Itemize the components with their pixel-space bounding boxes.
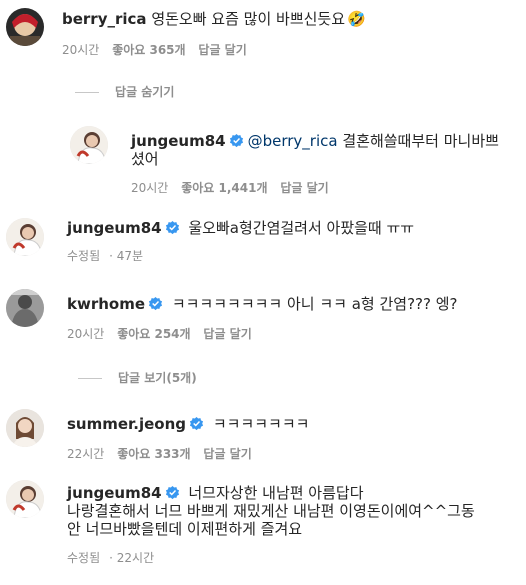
timestamp: 20시간: [67, 327, 105, 341]
comment-text-continued: 셨어: [131, 150, 159, 168]
comment-text: ㅋㅋㅋㅋㅋㅋㅋ: [212, 415, 310, 433]
verified-badge-icon: [165, 220, 180, 235]
divider: [75, 92, 99, 93]
username[interactable]: summer.jeong: [67, 415, 186, 433]
timestamp: 22시간: [67, 447, 105, 461]
timestamp: · 47분: [109, 249, 144, 263]
comment-text-continued: 안 너므바빴을텐데 이제편하게 즐겨요: [67, 520, 303, 538]
comment-text-continued: 나랑결혼해서 너므 바쁘게 재밌게산 내남편 이영돈이에여^^그동: [67, 502, 475, 520]
laughing-emoji-icon: 🤣: [347, 10, 366, 28]
comment-text: 결혼해쓸때부터 마니바쁘: [342, 132, 499, 150]
comment-text: 너므자상한 내남편 아름답다: [188, 484, 364, 502]
avatar[interactable]: [6, 8, 44, 46]
verified-badge-icon: [148, 296, 163, 311]
username[interactable]: berry_rica: [62, 10, 147, 28]
comment-text: ㅋㅋㅋㅋㅋㅋㅋㅋ 아니 ㅋㅋ a형 간염??? 엥?: [171, 295, 458, 313]
reply-button[interactable]: 답글 달기: [203, 327, 251, 341]
edited-label: 수정됨: [67, 551, 101, 565]
avatar[interactable]: [6, 218, 44, 256]
username[interactable]: jungeum84: [131, 132, 226, 150]
divider: [78, 378, 102, 379]
reply-button[interactable]: 답글 달기: [280, 181, 328, 195]
timestamp: · 22시간: [109, 551, 155, 565]
view-replies-toggle[interactable]: 답글 보기(5개): [78, 369, 197, 386]
comment-text: 울오빠a형간염걸려서 아팠을때 ㅠㅠ: [188, 219, 415, 237]
avatar[interactable]: [6, 289, 44, 327]
comment-text: 영돈오빠 요즘 많이 바쁘신듯요: [151, 10, 346, 28]
username[interactable]: kwrhome: [67, 295, 145, 313]
avatar[interactable]: [6, 409, 44, 447]
avatar[interactable]: [6, 480, 44, 518]
mention-link[interactable]: @berry_rica: [248, 132, 338, 150]
view-replies-label: 답글 보기(5개): [118, 371, 197, 385]
verified-badge-icon: [229, 133, 244, 148]
avatar[interactable]: [70, 126, 108, 164]
likes-count[interactable]: 좋아요 254개: [117, 327, 190, 341]
timestamp: 20시간: [131, 181, 169, 195]
username[interactable]: jungeum84: [67, 219, 162, 237]
likes-count[interactable]: 좋아요 333개: [117, 447, 190, 461]
username[interactable]: jungeum84: [67, 484, 162, 502]
likes-count[interactable]: 좋아요 1,441개: [181, 181, 267, 195]
likes-count[interactable]: 좋아요 365개: [112, 43, 185, 57]
reply-button[interactable]: 답글 달기: [198, 43, 246, 57]
hide-replies-label: 답글 숨기기: [115, 85, 175, 99]
timestamp: 20시간: [62, 43, 100, 57]
reply-button[interactable]: 답글 달기: [203, 447, 251, 461]
hide-replies-toggle[interactable]: 답글 숨기기: [75, 83, 174, 100]
edited-label: 수정됨: [67, 249, 101, 263]
verified-badge-icon: [165, 485, 180, 500]
verified-badge-icon: [189, 416, 204, 431]
